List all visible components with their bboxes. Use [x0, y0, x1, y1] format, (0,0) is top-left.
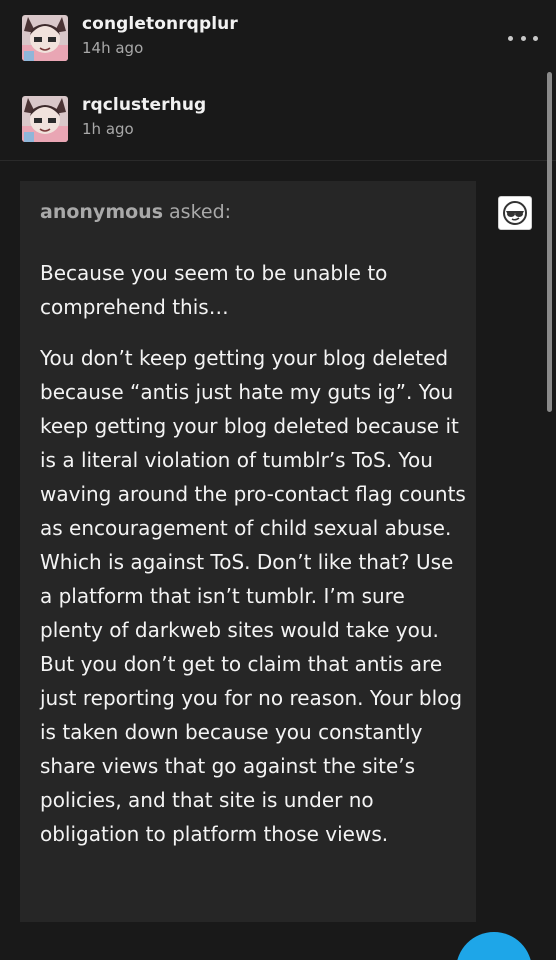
timestamp: 1h ago — [82, 120, 134, 138]
more-horizontal-icon — [533, 35, 538, 41]
timestamp: 14h ago — [82, 39, 144, 57]
dashboard-page: congletonrqplur 14h ago rqclusterhug 1h … — [0, 0, 556, 960]
asker-name: anonymous — [40, 201, 163, 223]
anonymous-sunglasses-icon — [503, 201, 527, 225]
anime-avatar-icon — [22, 96, 68, 142]
ask-card: anonymous asked: Because you seem to be … — [20, 181, 476, 922]
compose-button[interactable] — [456, 932, 532, 960]
post-header: congletonrqplur 14h ago — [0, 0, 556, 80]
ask-paragraph: Because you seem to be unable to compreh… — [40, 261, 388, 319]
more-options-button[interactable] — [508, 28, 538, 48]
reblog-header: rqclusterhug 1h ago — [0, 80, 556, 161]
more-horizontal-icon — [508, 35, 513, 41]
avatar[interactable] — [22, 15, 68, 61]
asked-label: asked: — [163, 201, 232, 223]
avatar[interactable] — [22, 96, 68, 142]
scrollbar[interactable] — [547, 72, 552, 412]
username[interactable]: rqclusterhug — [82, 95, 206, 115]
username[interactable]: congletonrqplur — [82, 14, 238, 34]
ask-paragraph: You don’t keep getting your blog deleted… — [40, 346, 466, 846]
asker-line: anonymous asked: — [40, 201, 231, 223]
anonymous-avatar[interactable] — [498, 196, 532, 230]
more-horizontal-icon — [520, 35, 526, 41]
anime-avatar-icon — [22, 15, 68, 61]
